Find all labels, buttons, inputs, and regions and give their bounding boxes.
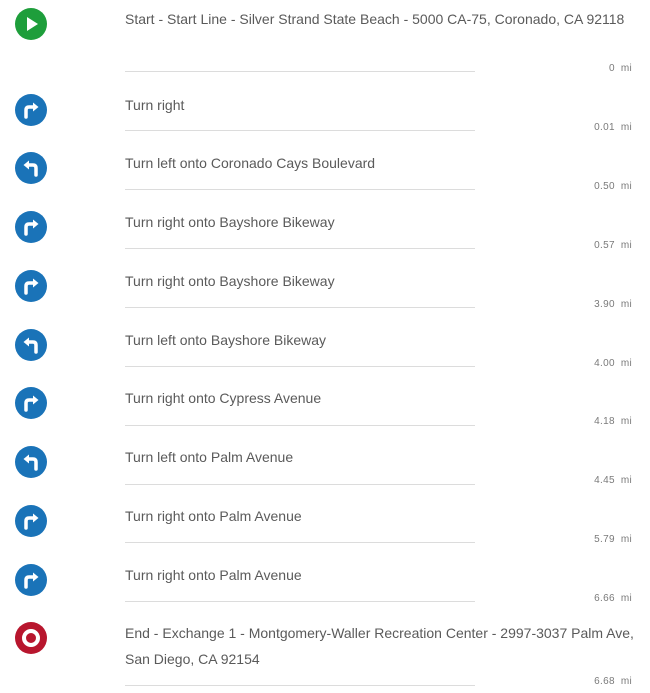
step-instruction: Turn left onto Palm Avenue: [125, 449, 294, 465]
distance-value: 3.90: [594, 299, 615, 310]
step-divider: [125, 366, 475, 367]
distance-unit: mi: [620, 299, 632, 310]
step-distance: 4.18 mi: [594, 416, 632, 427]
distance-value: 0.01: [594, 122, 615, 133]
step-divider: [125, 484, 475, 485]
step-instruction: Turn right: [125, 97, 185, 113]
turn-right-icon: [15, 270, 47, 302]
step-distance: 0 mi: [609, 63, 632, 74]
step-distance: 3.90 mi: [594, 299, 632, 310]
step-divider: [125, 601, 475, 602]
step-instruction: Turn right onto Cypress Avenue: [125, 390, 322, 406]
step-distance: 0.57 mi: [594, 240, 632, 251]
distance-unit: mi: [620, 534, 632, 545]
step-instruction: Turn right onto Bayshore Bikeway: [125, 214, 335, 230]
distance-value: 0.57: [594, 240, 615, 251]
turn-left-icon: [15, 152, 47, 184]
turn-right-icon: [15, 94, 47, 126]
distance-unit: mi: [620, 475, 632, 486]
distance-value: 6.68: [594, 676, 615, 687]
step-instruction: Turn right onto Palm Avenue: [125, 567, 302, 583]
turn-right-icon: [15, 505, 47, 537]
distance-value: 4.00: [594, 358, 615, 369]
step-instruction: Start - Start Line - Silver Strand State…: [125, 11, 625, 27]
step-distance: 6.68 mi: [594, 676, 632, 687]
step-instruction: End - Exchange 1 - Montgomery-Waller Rec…: [125, 625, 634, 667]
distance-unit: mi: [620, 122, 632, 133]
step-divider: [125, 71, 475, 72]
step-distance: 6.66 mi: [594, 593, 632, 604]
play-icon: [15, 8, 47, 40]
directions-list: Start - Start Line - Silver Strand State…: [0, 0, 650, 693]
step-instruction: Turn right onto Bayshore Bikeway: [125, 273, 335, 289]
step-instruction: Turn right onto Palm Avenue: [125, 508, 302, 524]
step-instruction: Turn left onto Coronado Cays Boulevard: [125, 155, 376, 171]
distance-unit: mi: [620, 358, 632, 369]
turn-left-icon: [15, 446, 47, 478]
distance-value: 6.66: [594, 593, 615, 604]
step-divider: [125, 189, 475, 190]
step-distance: 5.79 mi: [594, 534, 632, 545]
step-divider: [125, 248, 475, 249]
distance-unit: mi: [620, 676, 632, 687]
turn-right-icon: [15, 211, 47, 243]
distance-value: 4.45: [594, 475, 615, 486]
distance-unit: mi: [620, 63, 632, 74]
turn-right-icon: [15, 564, 47, 596]
step-divider: [125, 542, 475, 543]
distance-value: 0: [608, 63, 615, 74]
distance-unit: mi: [620, 416, 632, 427]
distance-value: 5.79: [594, 534, 615, 545]
step-distance: 0.50 mi: [594, 181, 632, 192]
turn-left-icon: [15, 329, 47, 361]
distance-unit: mi: [620, 593, 632, 604]
distance-unit: mi: [620, 240, 632, 251]
step-distance: 4.45 mi: [594, 475, 632, 486]
step-divider: [125, 130, 475, 131]
step-instruction: Turn left onto Bayshore Bikeway: [125, 332, 327, 348]
step-divider: [125, 685, 475, 686]
step-divider: [125, 425, 475, 426]
distance-value: 0.50: [594, 181, 615, 192]
step-distance: 4.00 mi: [594, 358, 632, 369]
turn-right-icon: [15, 387, 47, 419]
distance-unit: mi: [620, 181, 632, 192]
step-distance: 0.01 mi: [594, 122, 632, 133]
step-divider: [125, 307, 475, 308]
stop-icon: [15, 622, 47, 654]
distance-value: 4.18: [594, 416, 615, 427]
